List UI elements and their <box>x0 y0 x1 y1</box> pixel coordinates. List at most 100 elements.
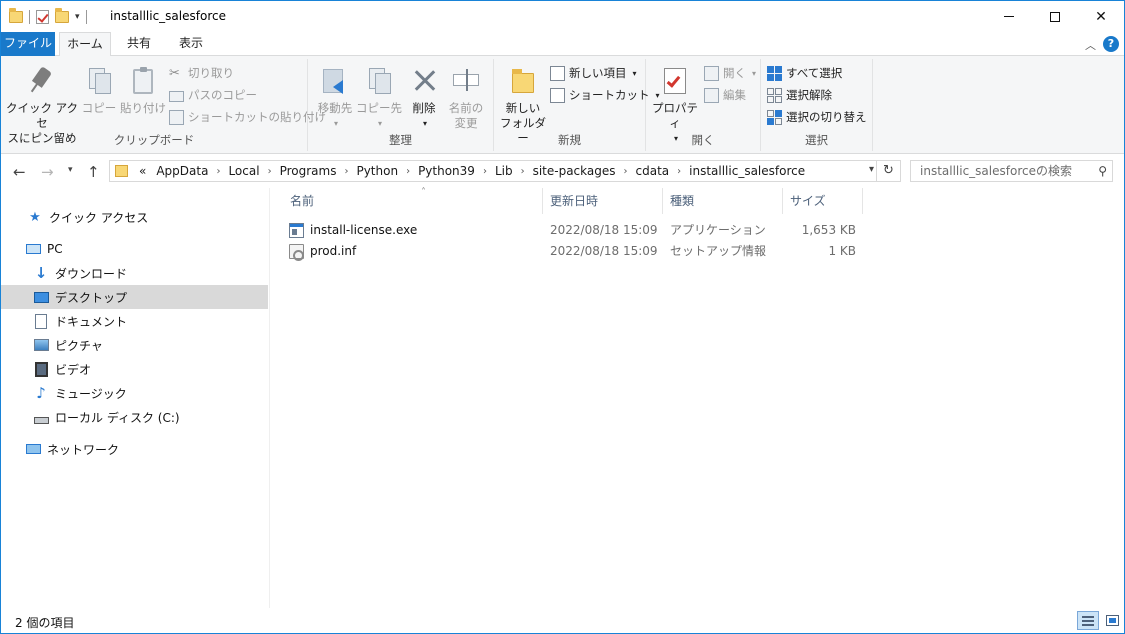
pin-icon <box>26 65 58 97</box>
properties-icon[interactable] <box>36 10 49 24</box>
nav-item-label: ドキュメント <box>55 314 128 329</box>
copy-path-button[interactable]: パスのコピー <box>169 85 257 105</box>
select-none-button[interactable]: 選択解除 <box>767 85 832 105</box>
move-to-button[interactable]: 移動先 ▾ <box>312 61 358 131</box>
paste-button[interactable]: 貼り付け <box>119 61 167 116</box>
chevron-right-icon[interactable]: › <box>344 166 348 177</box>
rename-button[interactable]: 名前の 変更 <box>444 61 488 131</box>
large-icons-view-button[interactable] <box>1101 611 1123 630</box>
file-row[interactable]: install-license.exe 2022/08/18 15:09 アプリ… <box>283 220 863 241</box>
nav-item-label: ネットワーク <box>47 442 120 457</box>
search-icon[interactable]: ⚲ <box>1098 161 1107 181</box>
column-header-type[interactable]: 種類 <box>663 188 783 214</box>
delete-button[interactable]: 削除 ▾ <box>405 61 443 131</box>
nav-item-label: ピクチャ <box>55 338 103 353</box>
picture-icon <box>33 337 49 353</box>
breadcrumb-item[interactable]: AppData <box>156 164 208 178</box>
breadcrumb-item[interactable]: installlic_salesforce <box>689 164 805 178</box>
folder-icon[interactable] <box>9 8 23 23</box>
new-folder-icon[interactable] <box>55 8 69 23</box>
column-header-modified[interactable]: 更新日時 <box>543 188 663 214</box>
nav-item-music[interactable]: ♪ ミュージック <box>1 381 268 405</box>
customize-qat-icon[interactable]: ▾ <box>75 12 80 22</box>
details-view-button[interactable] <box>1077 611 1099 630</box>
breadcrumb-item[interactable]: cdata <box>636 164 670 178</box>
nav-item-downloads[interactable]: ↓ ダウンロード <box>1 261 268 285</box>
address-history-icon[interactable]: ▾ <box>869 164 874 175</box>
chevron-right-icon[interactable]: › <box>406 166 410 177</box>
rename-label-2: 変更 <box>454 116 478 130</box>
up-arrow-icon[interactable]: ↑ <box>87 163 100 181</box>
breadcrumb-item[interactable]: Local <box>228 164 259 178</box>
nav-item-desktop[interactable]: デスクトップ <box>1 285 268 309</box>
breadcrumb-item[interactable]: Lib <box>495 164 513 178</box>
nav-item-documents[interactable]: ドキュメント <box>1 309 268 333</box>
rename-icon <box>450 65 482 97</box>
select-all-label: すべて選択 <box>786 66 843 80</box>
chevron-right-icon[interactable]: › <box>216 166 220 177</box>
shortcut-button[interactable]: ショートカット ▾ <box>550 85 660 105</box>
tab-file[interactable]: ファイル <box>1 32 55 56</box>
edit-label: 編集 <box>723 88 746 102</box>
select-all-button[interactable]: すべて選択 <box>767 63 842 83</box>
refresh-icon[interactable]: ↻ <box>877 160 901 182</box>
column-header-name[interactable]: 名前 ˄ <box>283 187 543 214</box>
copy-button[interactable]: コピー <box>79 61 119 116</box>
close-button[interactable]: ✕ <box>1078 1 1124 32</box>
file-row[interactable]: prod.inf 2022/08/18 15:09 セットアップ情報 1 KB <box>283 241 863 262</box>
invert-selection-button[interactable]: 選択の切り替え <box>767 107 867 127</box>
shortcut-icon <box>550 87 565 103</box>
back-arrow-icon[interactable]: ← <box>13 163 26 181</box>
breadcrumb-item[interactable]: Programs <box>280 164 337 178</box>
column-header-label: 名前 <box>290 194 315 208</box>
explorer-window: ▾ installlic_salesforce ✕ ファイル ホーム 共有 表示… <box>0 0 1125 634</box>
copy-to-button[interactable]: コピー先 ▾ <box>356 61 402 131</box>
cut-button[interactable]: ✂ 切り取り <box>169 63 234 83</box>
copy-icon <box>83 65 115 97</box>
delete-icon <box>408 65 440 97</box>
new-item-button[interactable]: 新しい項目 ▾ <box>550 63 637 83</box>
breadcrumb-item[interactable]: site-packages <box>533 164 616 178</box>
breadcrumb-item[interactable]: Python39 <box>418 164 475 178</box>
edit-button[interactable]: 編集 <box>704 85 746 105</box>
chevron-right-icon[interactable]: › <box>677 166 681 177</box>
inf-icon <box>289 244 304 261</box>
column-header-size[interactable]: サイズ <box>783 188 863 214</box>
file-name-cell: prod.inf <box>289 241 356 262</box>
copy-to-label: コピー先 <box>356 101 402 115</box>
forward-arrow-icon[interactable]: → <box>41 163 54 181</box>
chevron-right-icon[interactable]: › <box>268 166 272 177</box>
help-icon[interactable]: ? <box>1103 36 1119 52</box>
nav-item-quick-access[interactable]: ★ クイック アクセス <box>1 205 268 229</box>
maximize-button[interactable] <box>1032 1 1078 32</box>
tab-view[interactable]: 表示 <box>167 32 215 56</box>
nav-item-network[interactable]: ネットワーク <box>1 437 268 461</box>
tab-home[interactable]: ホーム <box>59 32 111 57</box>
nav-item-label: ダウンロード <box>55 266 128 281</box>
nav-item-label: クイック アクセス <box>49 210 149 225</box>
breadcrumb-overflow[interactable]: « <box>139 164 146 178</box>
column-header-label: 種類 <box>670 194 695 208</box>
nav-item-label: PC <box>47 242 63 256</box>
paste-shortcut-button[interactable]: ショートカットの貼り付け <box>169 107 326 127</box>
nav-item-pictures[interactable]: ピクチャ <box>1 333 268 357</box>
chevron-up-icon[interactable]: ︿ <box>1085 37 1096 53</box>
chevron-right-icon[interactable]: › <box>483 166 487 177</box>
status-bar: 2 個の項目 <box>1 608 1124 633</box>
open-button[interactable]: 開く ▾ <box>704 63 756 83</box>
nav-item-pc[interactable]: PC <box>1 237 268 261</box>
search-box[interactable]: installlic_salesforceの検索 ⚲ <box>910 160 1113 182</box>
address-bar[interactable]: « AppData › Local › Programs › Python › … <box>109 160 877 182</box>
chevron-right-icon[interactable]: › <box>624 166 628 177</box>
tab-share[interactable]: 共有 <box>115 32 163 56</box>
breadcrumb-item[interactable]: Python <box>356 164 398 178</box>
chevron-right-icon[interactable]: › <box>521 166 525 177</box>
nav-item-local-disk[interactable]: ローカル ディスク (C:) <box>1 405 268 429</box>
chevron-down-icon: ▾ <box>377 119 382 128</box>
nav-item-videos[interactable]: ビデオ <box>1 357 268 381</box>
minimize-button[interactable] <box>986 1 1032 32</box>
properties-label: プロパティ <box>652 101 698 130</box>
invert-selection-label: 選択の切り替え <box>786 110 867 124</box>
organize-group-label: 整理 <box>389 133 412 147</box>
recent-locations-icon[interactable]: ▾ <box>68 165 73 175</box>
